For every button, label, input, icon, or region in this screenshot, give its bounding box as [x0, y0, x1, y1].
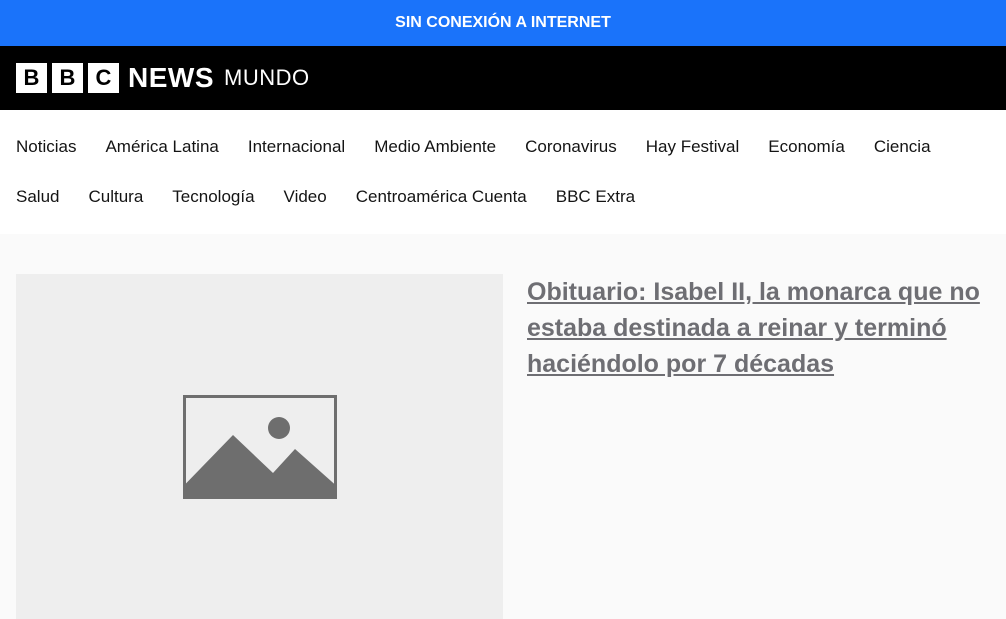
bbc-block-b2: B	[52, 63, 83, 93]
nav-link-noticias[interactable]: Noticias	[16, 137, 76, 157]
nav-link-video[interactable]: Video	[284, 187, 327, 207]
offline-banner-text: SIN CONEXIÓN A INTERNET	[395, 14, 611, 31]
nav-link-america-latina[interactable]: América Latina	[105, 137, 218, 157]
nav-link-bbc-extra[interactable]: BBC Extra	[556, 187, 635, 207]
nav-link-tecnologia[interactable]: Tecnología	[172, 187, 254, 207]
promo-headline-link[interactable]: Obituario: Isabel II, la monarca que no …	[527, 274, 987, 382]
nav-row-1: Noticias América Latina Internacional Me…	[16, 122, 1006, 172]
nav-link-centroamerica-cuenta[interactable]: Centroamérica Cuenta	[356, 187, 527, 207]
news-wordmark: NEWS	[128, 62, 214, 93]
nav-link-internacional[interactable]: Internacional	[248, 137, 345, 157]
bbc-news-mundo-logo[interactable]: B B C	[16, 63, 119, 93]
primary-navigation: Noticias América Latina Internacional Me…	[0, 110, 1006, 234]
offline-banner: SIN CONEXIÓN A INTERNET	[0, 0, 1006, 46]
nav-link-ciencia[interactable]: Ciencia	[874, 137, 931, 157]
masthead: B B C NEWS MUNDO	[0, 46, 1006, 110]
image-placeholder-icon	[182, 394, 337, 499]
service-name: MUNDO	[224, 65, 310, 90]
nav-link-economia[interactable]: Economía	[768, 137, 845, 157]
nav-link-salud[interactable]: Salud	[16, 187, 59, 207]
promo-image[interactable]	[16, 274, 503, 619]
nav-row-2: Salud Cultura Tecnología Video Centroamé…	[16, 172, 1006, 222]
nav-link-cultura[interactable]: Cultura	[88, 187, 143, 207]
bbc-block-b1: B	[16, 63, 47, 93]
nav-link-coronavirus[interactable]: Coronavirus	[525, 137, 617, 157]
main-content: Obituario: Isabel II, la monarca que no …	[0, 234, 1006, 619]
nav-link-hay-festival[interactable]: Hay Festival	[646, 137, 740, 157]
bbc-block-c: C	[88, 63, 119, 93]
nav-link-medio-ambiente[interactable]: Medio Ambiente	[374, 137, 496, 157]
